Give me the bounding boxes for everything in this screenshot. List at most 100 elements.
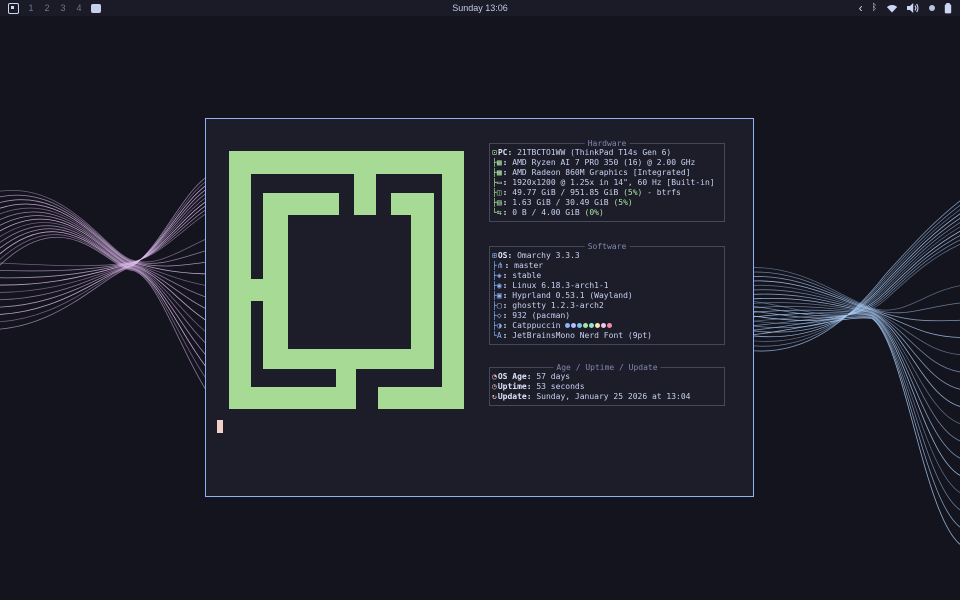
row-label: : <box>502 331 513 340</box>
row-text: ghostty 1.2.3-arch2 <box>512 301 604 310</box>
refresh-icon: ↻ <box>492 392 497 401</box>
section-title: Age / Uptime / Update <box>553 363 661 373</box>
theme-color-dot <box>589 323 595 328</box>
row-label: : <box>502 271 513 280</box>
display-row: ├▭: 1920x1200 @ 1.25x in 14", 60 Hz [Bui… <box>492 178 722 188</box>
font-row: └A: JetBrainsMono Nerd Font (9pt) <box>492 331 722 341</box>
row-label: : <box>502 321 513 330</box>
disk-icon: ◫ <box>496 188 502 197</box>
theme-color-dot <box>601 323 607 328</box>
row-text: stable <box>512 271 542 280</box>
row-label: : <box>502 178 513 187</box>
volume-icon[interactable] <box>907 3 920 13</box>
row-text: Sunday, January 25 2026 at 13:04 <box>536 392 691 401</box>
gpu-icon: ▩ <box>496 168 502 177</box>
row-text: Catppuccin <box>512 321 566 330</box>
status-dot-icon[interactable] <box>929 5 935 11</box>
cpu-row: ├▦: AMD Ryzen AI 7 PRO 350 (16) @ 2.00 G… <box>492 158 722 168</box>
update-row: ↻Update: Sunday, January 25 2026 at 13:0… <box>492 392 722 402</box>
row-label: : <box>502 158 513 167</box>
row-text-post: - btrfs <box>642 188 681 197</box>
section-title: Hardware <box>584 139 630 149</box>
row-text: 1.63 GiB / 30.49 GiB <box>512 198 614 207</box>
terminal-row: ├▢: ghostty 1.2.3-arch2 <box>492 301 722 311</box>
uptime-row: ◷Uptime: 53 seconds <box>492 382 722 392</box>
clock-icon: ◷ <box>492 382 497 391</box>
memory-percent: (5%) <box>613 198 633 207</box>
os-age-row: ◔OS Age: 57 days <box>492 372 722 382</box>
row-text: 53 seconds <box>536 382 585 391</box>
system-tray: ‹ ᛒ <box>859 0 952 16</box>
row-text: 0 B / 4.00 GiB <box>512 208 585 217</box>
row-label: PC: <box>497 148 518 157</box>
fastfetch-hardware-section: Hardware ⊡PC: 21TBCTO1WW (ThinkPad T14s … <box>489 139 725 222</box>
row-label: : <box>504 261 515 270</box>
row-label: : <box>502 188 513 197</box>
disk-row: ├◫: 49.77 GiB / 951.85 GiB (5%) - btrfs <box>492 188 722 198</box>
theme-color-dot <box>571 323 577 328</box>
row-label: Update: <box>497 392 537 401</box>
top-bar: 1 2 3 4 Sunday 13:06 ‹ ᛒ <box>0 0 960 16</box>
channel-row: ├◈: stable <box>492 271 722 281</box>
theme-color-dot <box>595 323 601 328</box>
theme-color-dot <box>577 323 583 328</box>
memory-icon: ▤ <box>496 198 502 207</box>
row-label: : <box>502 168 513 177</box>
row-label: OS: <box>497 251 518 260</box>
row-text: 1920x1200 @ 1.25x in 14", 60 Hz [Built-i… <box>512 178 715 187</box>
row-text: Hyprland 0.53.1 (Wayland) <box>512 291 633 300</box>
packages-icon: ◇ <box>496 311 502 320</box>
omarchy-logo <box>229 151 464 409</box>
wifi-icon[interactable] <box>886 4 898 13</box>
section-title: Software <box>584 242 630 252</box>
fastfetch-age-section: Age / Uptime / Update ◔OS Age: 57 days ◷… <box>489 363 725 406</box>
laptop-icon: ⊡ <box>492 148 497 157</box>
row-text: AMD Ryzen AI 7 PRO 350 (16) @ 2.00 GHz <box>512 158 696 167</box>
row-label: Uptime: <box>497 382 537 391</box>
row-text: Omarchy 3.3.3 <box>517 251 580 260</box>
branch-row: ├⋔: master <box>492 261 722 271</box>
memory-row: ├▤: 1.63 GiB / 30.49 GiB (5%) <box>492 198 722 208</box>
window-manager-icon: ▣ <box>496 291 502 300</box>
row-text: 49.77 GiB / 951.85 GiB <box>512 188 624 197</box>
display-icon: ▭ <box>496 178 502 187</box>
row-text: Linux 6.18.3-arch1-1 <box>512 281 609 290</box>
wm-row: ├▣: Hyprland 0.53.1 (Wayland) <box>492 291 722 301</box>
row-label: : <box>502 291 513 300</box>
kernel-icon: ◉ <box>496 281 502 290</box>
chevron-left-icon[interactable]: ‹ <box>859 2 863 14</box>
kernel-row: ├◉: Linux 6.18.3-arch1-1 <box>492 281 722 291</box>
os-row: ⊞OS: Omarchy 3.3.3 <box>492 251 722 261</box>
bluetooth-icon[interactable]: ᛒ <box>872 3 877 13</box>
theme-color-dot <box>565 323 571 328</box>
terminal-window[interactable]: Hardware ⊡PC: 21TBCTO1WW (ThinkPad T14s … <box>205 118 754 497</box>
clock[interactable]: Sunday 13:06 <box>0 0 960 16</box>
row-label: : <box>502 311 513 320</box>
row-label: : <box>502 208 513 217</box>
row-text: 932 (pacman) <box>512 311 571 320</box>
desktop: 1 2 3 4 Sunday 13:06 ‹ ᛒ Hardware ⊡PC: 2… <box>0 0 960 600</box>
disk-percent: (5%) <box>623 188 643 197</box>
gpu-row: ├▩: AMD Radeon 860M Graphics [Integrated… <box>492 168 722 178</box>
fastfetch-software-section: Software ⊞OS: Omarchy 3.3.3 ├⋔: master ├… <box>489 242 725 345</box>
row-label: : <box>502 281 513 290</box>
row-text: master <box>514 261 544 270</box>
swap-icon: ⇆ <box>496 208 502 217</box>
swap-row: └⇆: 0 B / 4.00 GiB (0%) <box>492 208 722 218</box>
swap-percent: (0%) <box>584 208 604 217</box>
os-icon: ⊞ <box>492 251 497 260</box>
row-label: : <box>502 198 513 207</box>
cpu-icon: ▦ <box>496 158 502 167</box>
battery-icon[interactable] <box>944 2 952 14</box>
terminal-cursor <box>217 420 223 433</box>
theme-icon: ◑ <box>496 321 502 330</box>
git-branch-icon: ⋔ <box>496 261 504 270</box>
pc-row: ⊡PC: 21TBCTO1WW (ThinkPad T14s Gen 6) <box>492 148 722 158</box>
theme-color-dot <box>583 323 589 328</box>
row-label: : <box>502 301 513 310</box>
row-text: 21TBCTO1WW (ThinkPad T14s Gen 6) <box>517 148 672 157</box>
theme-color-dot <box>607 323 613 328</box>
font-icon: A <box>496 331 502 340</box>
terminal-icon: ▢ <box>496 301 502 310</box>
theme-row: ├◑: Catppuccin <box>492 321 722 331</box>
